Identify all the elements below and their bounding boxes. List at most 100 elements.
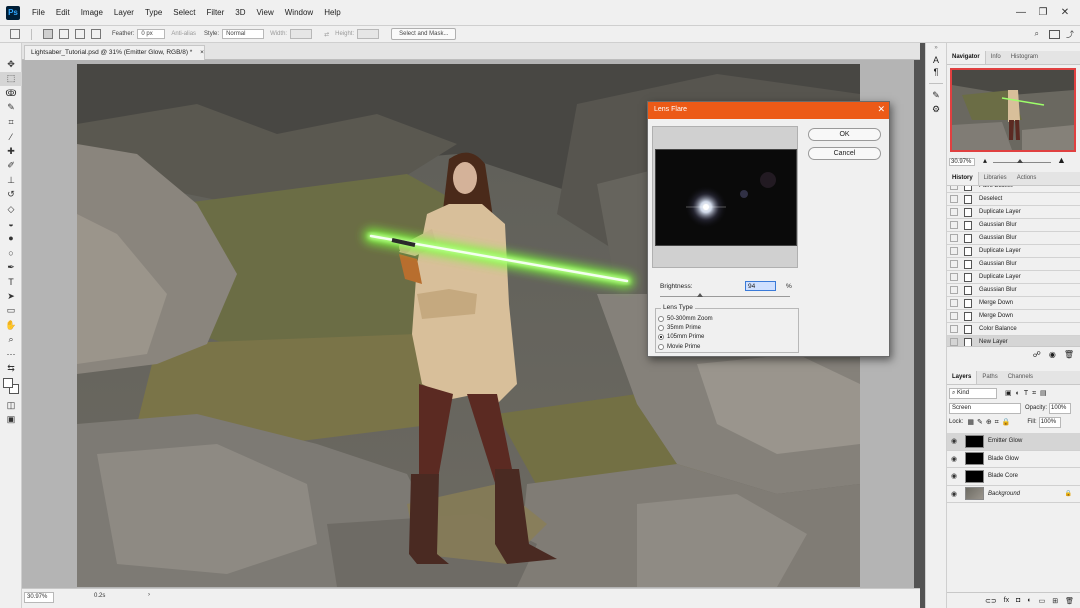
history-brush-source-checkbox[interactable] <box>950 234 958 242</box>
history-brush-source-checkbox[interactable] <box>950 195 958 203</box>
tab-history[interactable]: History <box>947 172 979 185</box>
navigator-zoom-field[interactable]: 30.97% <box>949 158 975 166</box>
layer-row[interactable]: ◉ Emitter Glow <box>947 433 1080 451</box>
history-brush-source-checkbox[interactable] <box>950 221 958 229</box>
add-selection-icon[interactable] <box>59 29 69 39</box>
height-input[interactable] <box>357 29 380 39</box>
new-layer-icon[interactable]: ⊞ <box>1052 597 1058 605</box>
tab-channels[interactable]: Channels <box>1003 371 1038 384</box>
history-item[interactable]: Paint Bucket <box>947 186 1080 193</box>
clone-stamp-tool-icon[interactable]: ⊥ <box>0 173 22 188</box>
delete-state-icon[interactable]: 🗑 <box>1064 350 1074 359</box>
collapse-icon[interactable]: » <box>926 45 946 51</box>
history-item[interactable]: Gaussian Blur <box>947 284 1080 297</box>
layer-filter-icons[interactable]: ▣◐T⌗▤ <box>1005 389 1051 398</box>
screen-mode-icon[interactable]: ▣ <box>0 413 22 428</box>
menu-file[interactable]: File <box>32 8 45 17</box>
blend-mode-select[interactable]: Screen <box>949 402 1021 414</box>
anti-alias-checkbox[interactable]: Anti-alias <box>171 31 196 37</box>
tab-info[interactable]: Info <box>986 51 1006 64</box>
layer-row[interactable]: ◉ Blade Glow <box>947 451 1080 468</box>
layer-style-icon[interactable]: fx <box>1004 597 1009 604</box>
select-and-mask-button[interactable]: Select and Mask... <box>391 28 457 40</box>
close-tab-icon[interactable]: × <box>200 49 204 56</box>
adjustment-layer-icon[interactable]: ◐ <box>1027 597 1031 604</box>
crop-tool-icon[interactable]: ⌗ <box>0 115 22 130</box>
layer-visibility-eye-icon[interactable]: ◉ <box>947 490 961 498</box>
history-item[interactable]: Gaussian Blur <box>947 219 1080 232</box>
brightness-input[interactable]: 94 <box>745 281 776 291</box>
move-tool-icon[interactable]: ✥ <box>0 57 22 72</box>
tab-layers[interactable]: Layers <box>947 371 978 384</box>
restore-button[interactable]: ❐ <box>1032 6 1054 20</box>
layer-visibility-eye-icon[interactable]: ◉ <box>947 437 961 445</box>
navigator-preview[interactable] <box>950 68 1076 152</box>
marquee-preset-icon[interactable] <box>10 29 20 39</box>
history-item[interactable]: Gaussian Blur <box>947 232 1080 245</box>
search-icon[interactable]: ⌕ <box>1035 29 1039 39</box>
history-item[interactable]: Duplicate Layer <box>947 271 1080 284</box>
eraser-tool-icon[interactable]: ◇ <box>0 202 22 217</box>
lens-option-35mm[interactable]: 35mm Prime <box>658 323 713 332</box>
fill-input[interactable]: 100% <box>1038 416 1061 428</box>
history-item[interactable]: Duplicate Layer <box>947 245 1080 258</box>
ok-button[interactable]: OK <box>808 128 881 141</box>
swap-icon[interactable]: ⇄ <box>324 31 329 38</box>
pen-tool-icon[interactable]: ✒ <box>0 260 22 275</box>
menu-image[interactable]: Image <box>81 8 103 17</box>
subtract-selection-icon[interactable] <box>75 29 85 39</box>
lock-icons[interactable]: ▦✎⊕⌗🔒 <box>967 418 1013 427</box>
width-input[interactable] <box>290 29 313 39</box>
dialog-close-icon[interactable]: ✕ <box>877 104 885 115</box>
type-tool-icon[interactable]: T <box>0 275 22 290</box>
brightness-slider-thumb[interactable] <box>697 293 704 297</box>
menu-edit[interactable]: Edit <box>56 8 70 17</box>
history-item[interactable]: New Layer <box>947 336 1080 346</box>
history-item[interactable]: Deselect <box>947 193 1080 206</box>
add-mask-icon[interactable]: ◘ <box>1016 597 1020 604</box>
layer-visibility-eye-icon[interactable]: ◉ <box>947 455 961 463</box>
history-brush-source-checkbox[interactable] <box>950 286 958 294</box>
new-document-from-state-icon[interactable]: ☍ <box>1033 350 1041 359</box>
hand-tool-icon[interactable]: ✋ <box>0 318 22 333</box>
quick-selection-tool-icon[interactable]: ✎ <box>0 101 22 116</box>
tab-actions[interactable]: Actions <box>1012 172 1042 185</box>
swap-colors-icon[interactable]: ⇆ <box>0 362 22 377</box>
history-item[interactable]: Gaussian Blur <box>947 258 1080 271</box>
brightness-slider[interactable] <box>660 293 790 297</box>
document-tab[interactable]: Lightsaber_Tutorial.psd @ 31% (Emitter G… <box>24 45 205 60</box>
history-item[interactable]: Merge Down <box>947 297 1080 310</box>
menu-help[interactable]: Help <box>324 8 340 17</box>
zoom-in-icon[interactable]: ▲ <box>1057 155 1066 165</box>
dodge-tool-icon[interactable]: ○ <box>0 246 22 261</box>
lens-option-zoom[interactable]: 50-300mm Zoom <box>658 314 713 323</box>
zoom-tool-icon[interactable]: ⌕ <box>0 333 22 348</box>
history-brush-source-checkbox[interactable] <box>950 208 958 216</box>
lens-option-movie[interactable]: Movie Prime <box>658 342 713 351</box>
dialog-title-bar[interactable]: Lens Flare ✕ <box>648 102 889 119</box>
menu-window[interactable]: Window <box>285 8 313 17</box>
layer-row[interactable]: ◉ Background 🔒 <box>947 486 1080 503</box>
tab-navigator[interactable]: Navigator <box>947 51 986 64</box>
path-selection-tool-icon[interactable]: ➤ <box>0 289 22 304</box>
opacity-input[interactable]: 100% <box>1049 402 1072 414</box>
workspace-icon[interactable] <box>1049 29 1060 39</box>
menu-select[interactable]: Select <box>173 8 195 17</box>
history-item[interactable]: Duplicate Layer <box>947 206 1080 219</box>
tab-libraries[interactable]: Libraries <box>979 172 1012 185</box>
menu-layer[interactable]: Layer <box>114 8 134 17</box>
history-brush-source-checkbox[interactable] <box>950 299 958 307</box>
tab-paths[interactable]: Paths <box>977 371 1002 384</box>
history-brush-source-checkbox[interactable] <box>950 338 958 346</box>
edit-toolbar-icon[interactable]: ⋯ <box>0 347 22 362</box>
lens-option-105mm[interactable]: 105mm Prime <box>658 333 713 342</box>
brush-tool-icon[interactable]: ✐ <box>0 159 22 174</box>
quick-mask-icon[interactable]: ◫ <box>0 398 22 413</box>
share-icon[interactable]: ⤴ <box>1066 29 1074 40</box>
layer-visibility-eye-icon[interactable]: ◉ <box>947 472 961 480</box>
healing-brush-tool-icon[interactable]: ✚ <box>0 144 22 159</box>
zoom-field[interactable]: 30.97% <box>24 592 54 603</box>
feather-input[interactable]: 0 px <box>137 29 166 39</box>
new-group-icon[interactable]: ▭ <box>1039 597 1046 605</box>
paragraph-panel-icon[interactable]: ¶ <box>926 67 946 77</box>
